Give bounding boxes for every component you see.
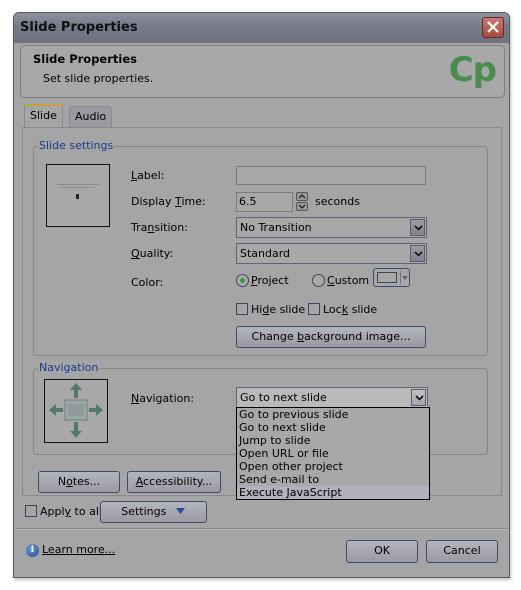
display-time-label: Display Time: — [131, 195, 206, 208]
lock-slide-label[interactable]: Lock slide — [323, 303, 377, 316]
stepper-down-icon[interactable] — [296, 202, 308, 211]
transition-value: No Transition — [240, 221, 312, 234]
quality-select[interactable]: Standard — [236, 243, 427, 264]
dropdown-option[interactable]: Open other project — [237, 460, 429, 473]
dropdown-option[interactable]: Go to previous slide — [237, 408, 429, 421]
close-icon — [487, 21, 499, 33]
settings-button[interactable]: Settings — [100, 501, 207, 523]
color-custom-label[interactable]: Custom — [327, 274, 369, 287]
color-swatch — [377, 272, 397, 283]
ok-button[interactable]: OK — [346, 540, 418, 563]
transition-select[interactable]: No Transition — [236, 217, 427, 238]
cancel-button[interactable]: Cancel — [426, 540, 498, 563]
title-bar[interactable]: Slide Properties — [14, 13, 509, 43]
tab-slide[interactable]: Slide — [24, 104, 63, 129]
lock-slide-checkbox[interactable] — [308, 303, 320, 315]
apply-to-all-checkbox[interactable] — [25, 505, 37, 517]
stepper-up-icon[interactable] — [296, 192, 308, 201]
notes-button[interactable]: Notes... — [38, 471, 120, 493]
display-time-input[interactable]: 6.5 — [236, 192, 293, 212]
close-button[interactable] — [482, 17, 504, 38]
chevron-down-icon[interactable] — [410, 219, 425, 236]
apply-to-all-label[interactable]: Apply to all — [40, 505, 102, 518]
dropdown-option[interactable]: Jump to slide — [237, 434, 429, 447]
radio-selected-dot — [240, 278, 245, 283]
slide-settings-label: Slide settings — [38, 139, 115, 152]
slide-settings-group: Slide settings Label: Display Time: 6.5 … — [33, 139, 488, 356]
navigation-thumbnail — [44, 379, 108, 443]
change-background-image-button[interactable]: Change background image... — [236, 326, 426, 348]
chevron-down-icon[interactable] — [411, 389, 426, 406]
label-input[interactable] — [236, 166, 426, 185]
color-label: Color: — [131, 276, 164, 289]
info-icon: i — [26, 544, 39, 557]
navigation-arrows-icon — [49, 383, 103, 438]
dropdown-option[interactable]: Send e-mail to — [237, 473, 429, 486]
label-field-label: Label: — [131, 169, 165, 182]
chevron-down-icon[interactable] — [410, 245, 425, 262]
color-custom-radio[interactable] — [312, 274, 325, 287]
color-picker-button[interactable] — [373, 268, 410, 287]
display-time-stepper[interactable] — [296, 192, 308, 212]
color-project-radio[interactable] — [236, 274, 249, 287]
caret-down-icon — [402, 276, 408, 280]
settings-label: Settings — [121, 505, 167, 518]
dropdown-option[interactable]: Open URL or file — [237, 447, 429, 460]
window-title: Slide Properties — [20, 20, 138, 35]
tab-audio[interactable]: Audio — [69, 106, 113, 127]
seconds-label: seconds — [315, 195, 360, 208]
dropdown-option[interactable]: Go to next slide — [237, 421, 429, 434]
hide-slide-checkbox[interactable] — [236, 303, 248, 315]
hide-slide-label[interactable]: Hide slide — [251, 303, 305, 316]
captivate-logo: Cp — [448, 50, 497, 90]
navigation-group-label: Navigation — [38, 361, 100, 374]
color-project-label[interactable]: Project — [251, 274, 289, 287]
navigation-value: Go to next slide — [240, 391, 327, 404]
navigation-dropdown-list: Go to previous slide Go to next slide Ju… — [236, 407, 430, 500]
transition-label: Transition: — [131, 221, 188, 234]
header-subtitle: Set slide properties. — [43, 72, 154, 85]
navigation-label: Navigation: — [131, 392, 195, 405]
learn-more-link[interactable]: Learn more... — [42, 543, 115, 556]
accessibility-button[interactable]: Accessibility... — [127, 471, 221, 493]
navigation-select[interactable]: Go to next slide — [236, 387, 428, 408]
header-title: Slide Properties — [33, 52, 137, 66]
footer-divider — [14, 528, 509, 530]
quality-label: Quality: — [131, 247, 174, 260]
quality-value: Standard — [240, 247, 291, 260]
dropdown-option-highlighted[interactable]: Execute JavaScript — [237, 486, 429, 499]
slide-thumbnail — [46, 164, 110, 227]
caret-down-icon — [175, 508, 185, 514]
dialog-header: Slide Properties Set slide properties. C… — [20, 45, 505, 98]
